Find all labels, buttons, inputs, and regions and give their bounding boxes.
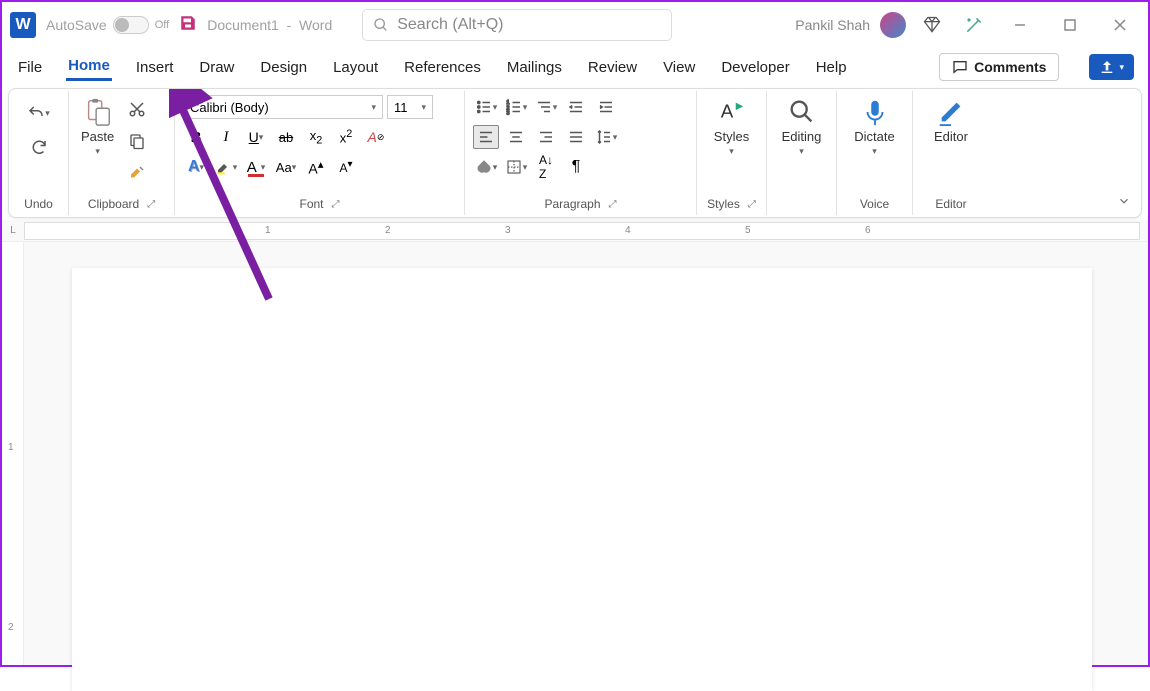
font-launcher[interactable]: ⤢	[332, 199, 340, 210]
bullets-button[interactable]: ▾	[473, 95, 499, 119]
multilevel-list-button[interactable]: ▾	[533, 95, 559, 119]
vertical-ruler[interactable]: 1 2	[2, 242, 24, 665]
clipboard-launcher[interactable]: ⤢	[147, 199, 155, 210]
tab-draw[interactable]: Draw	[197, 55, 236, 80]
decrease-indent-button[interactable]	[563, 95, 589, 119]
horizontal-ruler[interactable]: 1 2 3 4 5 6	[24, 222, 1140, 240]
align-center-button[interactable]	[503, 125, 529, 149]
subscript-button[interactable]: x2	[303, 125, 329, 149]
format-painter-button[interactable]	[124, 161, 150, 185]
voice-group-label: Voice	[845, 195, 904, 213]
word-logo: W	[10, 12, 36, 38]
avatar[interactable]	[880, 12, 906, 38]
tab-mailings[interactable]: Mailings	[505, 55, 564, 80]
search-input[interactable]: Search (Alt+Q)	[362, 9, 672, 41]
cut-button[interactable]	[124, 97, 150, 121]
tab-references[interactable]: References	[402, 55, 483, 80]
tab-home[interactable]: Home	[66, 53, 112, 81]
tab-insert[interactable]: Insert	[134, 55, 176, 80]
share-button[interactable]: ▾	[1089, 54, 1134, 80]
styles-group-label: Styles	[707, 197, 740, 211]
tab-design[interactable]: Design	[258, 55, 309, 80]
borders-button[interactable]: ▾	[503, 155, 529, 179]
autosave-toggle[interactable]: AutoSave Off	[46, 16, 169, 34]
tab-developer[interactable]: Developer	[719, 55, 791, 80]
collapse-ribbon-button[interactable]	[1117, 194, 1131, 211]
justify-button[interactable]	[563, 125, 589, 149]
paragraph-launcher[interactable]: ⤢	[609, 199, 617, 210]
highlight-button[interactable]: ▾	[213, 155, 239, 179]
editing-button[interactable]: Editing ▾	[778, 95, 826, 159]
font-name-select[interactable]: Calibri (Body)▾	[183, 95, 383, 119]
change-case-button[interactable]: Aa▾	[273, 155, 299, 179]
undo-group-label: Undo	[17, 195, 60, 213]
ruler-corner: L	[2, 220, 24, 242]
search-placeholder: Search (Alt+Q)	[397, 16, 503, 34]
editor-group-label: Editor	[921, 195, 981, 213]
styles-button[interactable]: A Styles ▾	[710, 95, 753, 159]
paste-button[interactable]: Paste ▾	[77, 95, 118, 159]
styles-launcher[interactable]: ⤢	[748, 199, 756, 210]
align-left-button[interactable]	[473, 125, 499, 149]
grow-font-button[interactable]: A▴	[303, 155, 329, 179]
comments-button[interactable]: Comments	[939, 53, 1059, 81]
italic-button[interactable]: I	[213, 125, 239, 149]
text-effects-button[interactable]: A▾	[183, 155, 209, 179]
document-page[interactable]	[72, 268, 1092, 691]
clear-formatting-button[interactable]: A⊘	[363, 125, 389, 149]
autosave-state: Off	[155, 19, 169, 31]
font-size-select[interactable]: 11▾	[387, 95, 433, 119]
underline-button[interactable]: U▾	[243, 125, 269, 149]
minimize-button[interactable]	[1000, 9, 1040, 41]
editor-button[interactable]: Editor	[930, 95, 972, 146]
redo-button[interactable]	[26, 135, 52, 159]
save-icon[interactable]	[179, 14, 197, 37]
tab-file[interactable]: File	[16, 55, 44, 80]
sort-button[interactable]: A↓Z	[533, 155, 559, 179]
tab-review[interactable]: Review	[586, 55, 639, 80]
align-right-button[interactable]	[533, 125, 559, 149]
clipboard-group-label: Clipboard	[88, 197, 139, 211]
wand-icon[interactable]	[958, 9, 990, 41]
dictate-button[interactable]: Dictate ▾	[850, 95, 898, 159]
line-spacing-button[interactable]: ▾	[593, 125, 619, 149]
shrink-font-button[interactable]: A▾	[333, 155, 359, 179]
font-group-label: Font	[299, 197, 323, 211]
font-color-button[interactable]: A▾	[243, 155, 269, 179]
strikethrough-button[interactable]: ab	[273, 125, 299, 149]
autosave-label: AutoSave	[46, 17, 107, 33]
shading-button[interactable]: ▾	[473, 155, 499, 179]
tab-view[interactable]: View	[661, 55, 697, 80]
tab-help[interactable]: Help	[814, 55, 849, 80]
increase-indent-button[interactable]	[593, 95, 619, 119]
bold-button[interactable]: B	[183, 125, 209, 149]
paragraph-group-label: Paragraph	[544, 197, 600, 211]
copy-button[interactable]	[124, 129, 150, 153]
undo-button[interactable]: ▾	[26, 101, 52, 125]
tab-layout[interactable]: Layout	[331, 55, 380, 80]
superscript-button[interactable]: x2	[333, 125, 359, 149]
maximize-button[interactable]	[1050, 9, 1090, 41]
svg-text:3: 3	[506, 111, 509, 117]
show-marks-button[interactable]: ¶	[563, 155, 589, 179]
document-name: Document1 - Word	[207, 17, 332, 33]
numbering-button[interactable]: 123▾	[503, 95, 529, 119]
svg-text:A: A	[720, 101, 733, 122]
close-button[interactable]	[1100, 9, 1140, 41]
diamond-icon[interactable]	[916, 9, 948, 41]
username[interactable]: Pankil Shah	[795, 17, 870, 33]
